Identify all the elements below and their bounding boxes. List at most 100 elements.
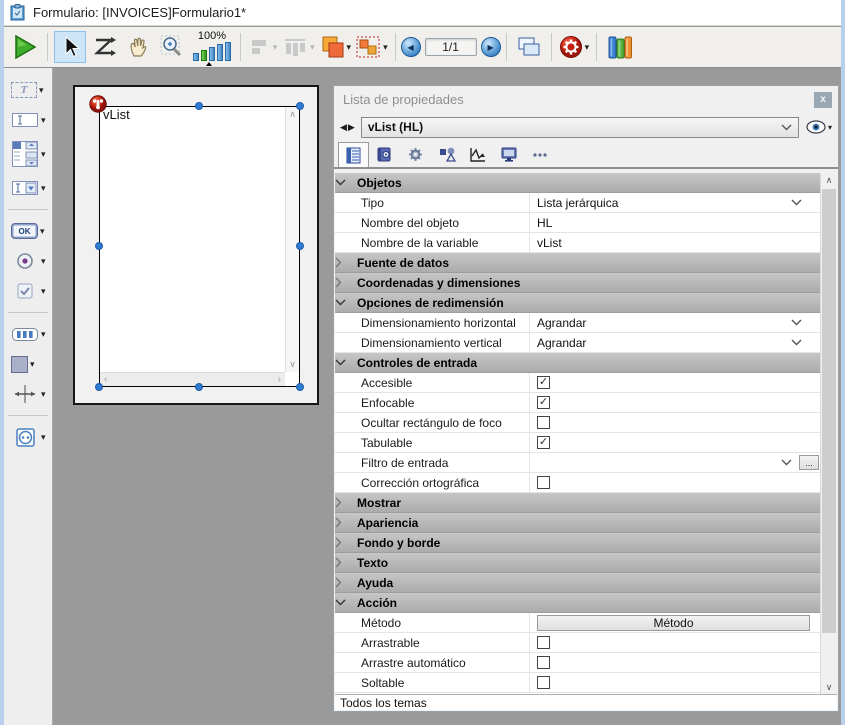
column-divider <box>529 373 530 392</box>
group-button[interactable]: ▾ <box>354 31 389 63</box>
section-header[interactable]: Apariencia <box>335 513 820 533</box>
section-header[interactable]: Ayuda <box>335 573 820 593</box>
zoom-button[interactable] <box>156 31 188 63</box>
property-value[interactable]: vList <box>537 233 562 252</box>
form-canvas[interactable]: vList ∧ ∨ ‹ › <box>73 85 319 405</box>
listbox-tool[interactable]: ▾ <box>6 137 50 171</box>
tab-more[interactable] <box>524 142 555 167</box>
next-page-button[interactable]: ▶ <box>481 37 501 57</box>
property-value[interactable]: Lista jerárquica <box>537 193 618 212</box>
property-row: Filtro de entrada... <box>335 453 820 473</box>
browse-button[interactable]: ... <box>799 455 819 470</box>
tab-events[interactable] <box>462 142 493 167</box>
object-horizontal-scrollbar[interactable]: ‹ › <box>100 372 285 386</box>
selection-handle-sw[interactable] <box>95 383 103 391</box>
tab-settings[interactable] <box>400 142 431 167</box>
section-header[interactable]: Fuente de datos <box>335 253 820 273</box>
section-header[interactable]: Coordenadas y dimensiones <box>335 273 820 293</box>
page-indicator[interactable]: 1/1 <box>425 38 477 56</box>
chevron-down-icon[interactable] <box>791 319 802 326</box>
section-header[interactable]: Objetos <box>335 173 820 193</box>
property-checkbox[interactable]: ✓ <box>537 376 550 389</box>
object-vertical-scrollbar[interactable]: ∧ ∨ <box>285 107 299 372</box>
align-button-disabled[interactable]: ▾ <box>247 31 279 63</box>
execute-form-button[interactable] <box>9 31 41 63</box>
section-header[interactable]: Controles de entrada <box>335 353 820 373</box>
property-checkbox[interactable]: ✓ <box>537 436 550 449</box>
section-header[interactable]: Mostrar <box>335 493 820 513</box>
arrange-layers-button[interactable]: ▾ <box>318 31 353 63</box>
zoom-bar[interactable] <box>209 47 215 61</box>
property-value[interactable]: HL <box>537 213 552 232</box>
property-checkbox[interactable] <box>537 416 550 429</box>
close-button[interactable]: x <box>814 92 832 108</box>
zoom-bar-current[interactable] <box>201 50 207 61</box>
object-method-button[interactable]: ▾ <box>558 31 591 63</box>
property-checkbox[interactable] <box>537 676 550 689</box>
entry-order-button[interactable] <box>88 31 120 63</box>
section-header[interactable]: Fondo y borde <box>335 533 820 553</box>
object-selector-combo[interactable]: vList (HL) <box>361 117 799 138</box>
property-checkbox[interactable] <box>537 636 550 649</box>
scroll-up-icon[interactable]: ∧ <box>821 175 837 186</box>
input-tool-icon <box>11 113 39 127</box>
zoom-level-widget[interactable]: 100% <box>193 31 231 61</box>
chevron-down-icon[interactable] <box>791 199 802 206</box>
chevron-down-icon[interactable] <box>781 459 792 466</box>
tab-data[interactable] <box>369 142 400 167</box>
checkbox-tool[interactable]: ▾ <box>6 278 50 304</box>
combobox-tool[interactable]: ▾ <box>6 175 50 201</box>
tab-properties-list[interactable] <box>338 142 369 167</box>
scroll-down-icon[interactable]: ∨ <box>821 682 837 693</box>
property-checkbox[interactable] <box>537 476 550 489</box>
input-tool[interactable]: ▾ <box>6 107 50 133</box>
property-list-scrollbar[interactable]: ∧ ∨ <box>820 173 837 695</box>
view-options-button[interactable]: ▾ <box>806 120 832 134</box>
selection-handle-n[interactable] <box>195 102 203 110</box>
selection-handle-w[interactable] <box>95 242 103 250</box>
hierarchical-list-object[interactable]: vList ∧ ∨ ‹ › <box>99 106 300 387</box>
rectangle-tool[interactable]: ▾ <box>6 351 50 377</box>
column-divider <box>529 613 530 632</box>
selection-handle-se[interactable] <box>296 383 304 391</box>
zoom-bar[interactable] <box>193 53 199 61</box>
zoom-bar[interactable] <box>217 44 223 61</box>
chevron-down-icon[interactable] <box>791 339 802 346</box>
scroll-right-icon[interactable]: › <box>278 373 281 386</box>
magnifier-icon <box>160 35 184 59</box>
distribute-button-disabled[interactable]: ▾ <box>281 31 316 63</box>
radio-button-tool[interactable]: ▾ <box>6 248 50 274</box>
previous-page-button[interactable]: ◀ <box>401 37 421 57</box>
property-checkbox[interactable]: ✓ <box>537 396 550 409</box>
tab-display[interactable] <box>493 142 524 167</box>
property-value[interactable]: Agrandar <box>537 333 586 352</box>
selector-prev-next-arrows[interactable]: ◀▶ <box>340 122 356 133</box>
select-arrow-button[interactable] <box>54 31 86 63</box>
section-header[interactable]: Texto <box>335 553 820 573</box>
property-checkbox[interactable] <box>537 656 550 669</box>
tab-objects[interactable] <box>431 142 462 167</box>
scrollbar-thumb[interactable] <box>822 189 836 633</box>
explorer-library-button[interactable] <box>603 31 635 63</box>
section-header[interactable]: Opciones de redimensión <box>335 293 820 313</box>
splitter-tool[interactable]: ▾ <box>6 381 50 407</box>
scroll-left-icon[interactable]: ‹ <box>104 373 107 386</box>
tab-control-tool[interactable]: ▾ <box>6 321 50 347</box>
section-header[interactable]: Acción <box>335 593 820 613</box>
scroll-down-icon[interactable]: ∨ <box>286 359 299 370</box>
property-row: TipoLista jerárquica <box>335 193 820 213</box>
selection-handle-e[interactable] <box>296 242 304 250</box>
method-button[interactable]: Método <box>537 615 810 631</box>
plugin-area-tool[interactable]: ▾ <box>6 424 50 450</box>
form-pages-button[interactable] <box>513 31 545 63</box>
selection-handle-ne[interactable] <box>296 102 304 110</box>
zoom-bars[interactable] <box>193 42 231 61</box>
button-tool[interactable]: OK ▾ <box>6 218 50 244</box>
text-tool[interactable]: T ▾ <box>6 77 50 103</box>
object-method-badge[interactable] <box>89 95 107 113</box>
zoom-bar[interactable] <box>225 42 231 61</box>
pan-hand-button[interactable] <box>122 31 154 63</box>
property-value[interactable]: Agrandar <box>537 313 586 332</box>
selection-handle-s[interactable] <box>195 383 203 391</box>
scroll-up-icon[interactable]: ∧ <box>286 109 299 120</box>
